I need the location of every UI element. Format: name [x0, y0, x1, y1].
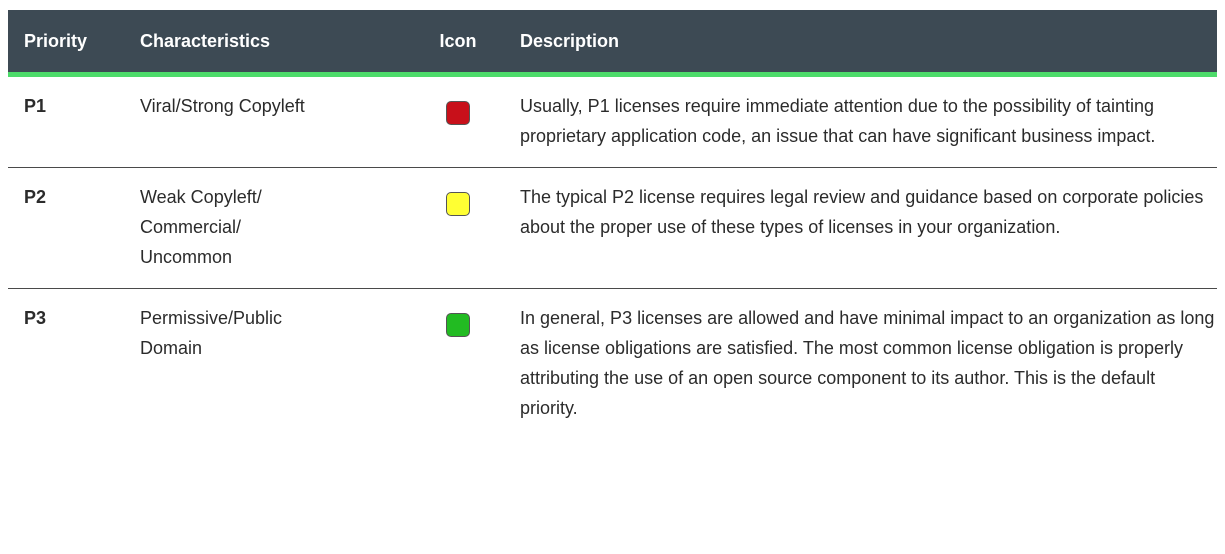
priority-cell: P2: [8, 167, 124, 289]
table-body: P1 Viral/Strong Copyleft Usually, P1 lic…: [8, 74, 1217, 440]
icon-cell: [412, 74, 504, 168]
table-header: Priority Characteristics Icon Descriptio…: [8, 10, 1217, 77]
header-characteristics: Characteristics: [124, 10, 412, 77]
table-row: P3 Permissive/Public Domain In general, …: [8, 289, 1217, 440]
yellow-square-icon: [446, 192, 470, 216]
green-square-icon: [446, 313, 470, 337]
license-priority-table-wrapper: Priority Characteristics Icon Descriptio…: [8, 10, 1217, 439]
table-row: P2 Weak Copyleft/ Commercial/ Uncommon T…: [8, 167, 1217, 289]
description-cell: Usually, P1 licenses require immediate a…: [504, 74, 1217, 168]
red-square-icon: [446, 101, 470, 125]
characteristics-cell: Permissive/Public Domain: [140, 308, 283, 358]
table-row: P1 Viral/Strong Copyleft Usually, P1 lic…: [8, 74, 1217, 168]
characteristics-cell: Viral/Strong Copyleft: [124, 74, 412, 168]
description-cell: The typical P2 license requires legal re…: [504, 167, 1217, 289]
header-priority: Priority: [8, 10, 124, 77]
license-priority-table: Priority Characteristics Icon Descriptio…: [8, 10, 1217, 439]
priority-cell: P3: [24, 308, 47, 328]
description-cell: In general, P3 licenses are allowed and …: [520, 308, 1215, 418]
icon-cell: [412, 289, 504, 440]
characteristics-cell: Weak Copyleft/ Commercial/ Uncommon: [124, 167, 412, 289]
header-row: Priority Characteristics Icon Descriptio…: [8, 10, 1217, 77]
icon-cell: [412, 167, 504, 289]
header-description: Description: [504, 10, 1217, 77]
header-icon: Icon: [412, 10, 504, 77]
priority-cell: P1: [8, 74, 124, 168]
